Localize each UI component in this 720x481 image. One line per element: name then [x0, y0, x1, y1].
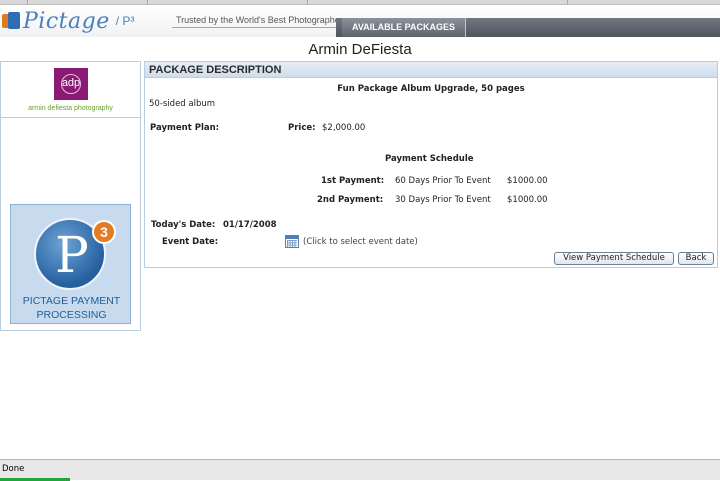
payment-schedule-title: Payment Schedule [385, 154, 474, 164]
payment-plan-label: Payment Plan: [150, 123, 220, 133]
studio-name: armin defiesta photography [28, 105, 113, 112]
package-description: 50-sided album [149, 99, 216, 109]
p3-logo-icon: P 3 [34, 218, 116, 290]
event-date-label: Event Date: [162, 237, 219, 247]
panel-title: PACKAGE DESCRIPTION [145, 62, 717, 78]
status-text: Done [2, 464, 25, 474]
tagline: Trusted by the World's Best Photographer… [176, 15, 348, 25]
view-payment-schedule-button[interactable]: View Payment Schedule [554, 252, 674, 265]
pictage-logo[interactable]: Pictage / P³ [2, 7, 134, 35]
p3-superscript-badge: 3 [92, 220, 116, 244]
payment-2-amount: $1000.00 [507, 195, 548, 205]
payment-2-when: 30 Days Prior To Event [395, 195, 491, 205]
price-value: $2,000.00 [322, 123, 366, 133]
payment-1-amount: $1000.00 [507, 176, 548, 186]
payment-1-when: 60 Days Prior To Event [395, 176, 491, 186]
calendar-icon[interactable] [285, 235, 299, 248]
site-header: Pictage / P³ Trusted by the World's Best… [0, 5, 720, 37]
back-button[interactable]: Back [678, 252, 714, 265]
price-label: Price: [288, 123, 316, 133]
p3-caption: PICTAGE PAYMENT PROCESSING [11, 294, 132, 322]
page-title: Armin DeFiesta [308, 41, 412, 58]
payment-1-label: 1st Payment: [321, 176, 385, 186]
tab-available-packages[interactable]: AVAILABLE PACKAGES [342, 18, 467, 37]
todays-date-value: 01/17/2008 [223, 220, 277, 230]
todays-date-label: Today's Date: [151, 220, 216, 230]
logo-text: Pictage [23, 8, 110, 34]
studio-logo-box: adp armin defiesta photography [1, 62, 140, 118]
studio-logo-text: adp [61, 77, 81, 89]
pictage-payment-processing-badge: P 3 PICTAGE PAYMENT PROCESSING [10, 204, 131, 324]
pictage-logo-icon [2, 12, 20, 30]
studio-logo: adp [54, 68, 88, 100]
nav-bar: AVAILABLE PACKAGES [336, 18, 720, 37]
event-date-hint[interactable]: (Click to select event date) [303, 237, 418, 247]
p3-caption-line1: PICTAGE PAYMENT [22, 295, 121, 307]
logo-suffix: / P³ [115, 14, 135, 28]
divider [172, 27, 340, 28]
package-description-panel: PACKAGE DESCRIPTION Fun Package Album Up… [144, 61, 718, 268]
package-name: Fun Package Album Upgrade, 50 pages [337, 84, 525, 94]
sidebar: adp armin defiesta photography P 3 PICTA… [0, 61, 141, 331]
payment-2-label: 2nd Payment: [317, 195, 384, 205]
browser-status-bar: Done [0, 459, 720, 481]
p3-caption-line2: PROCESSING [36, 309, 107, 321]
